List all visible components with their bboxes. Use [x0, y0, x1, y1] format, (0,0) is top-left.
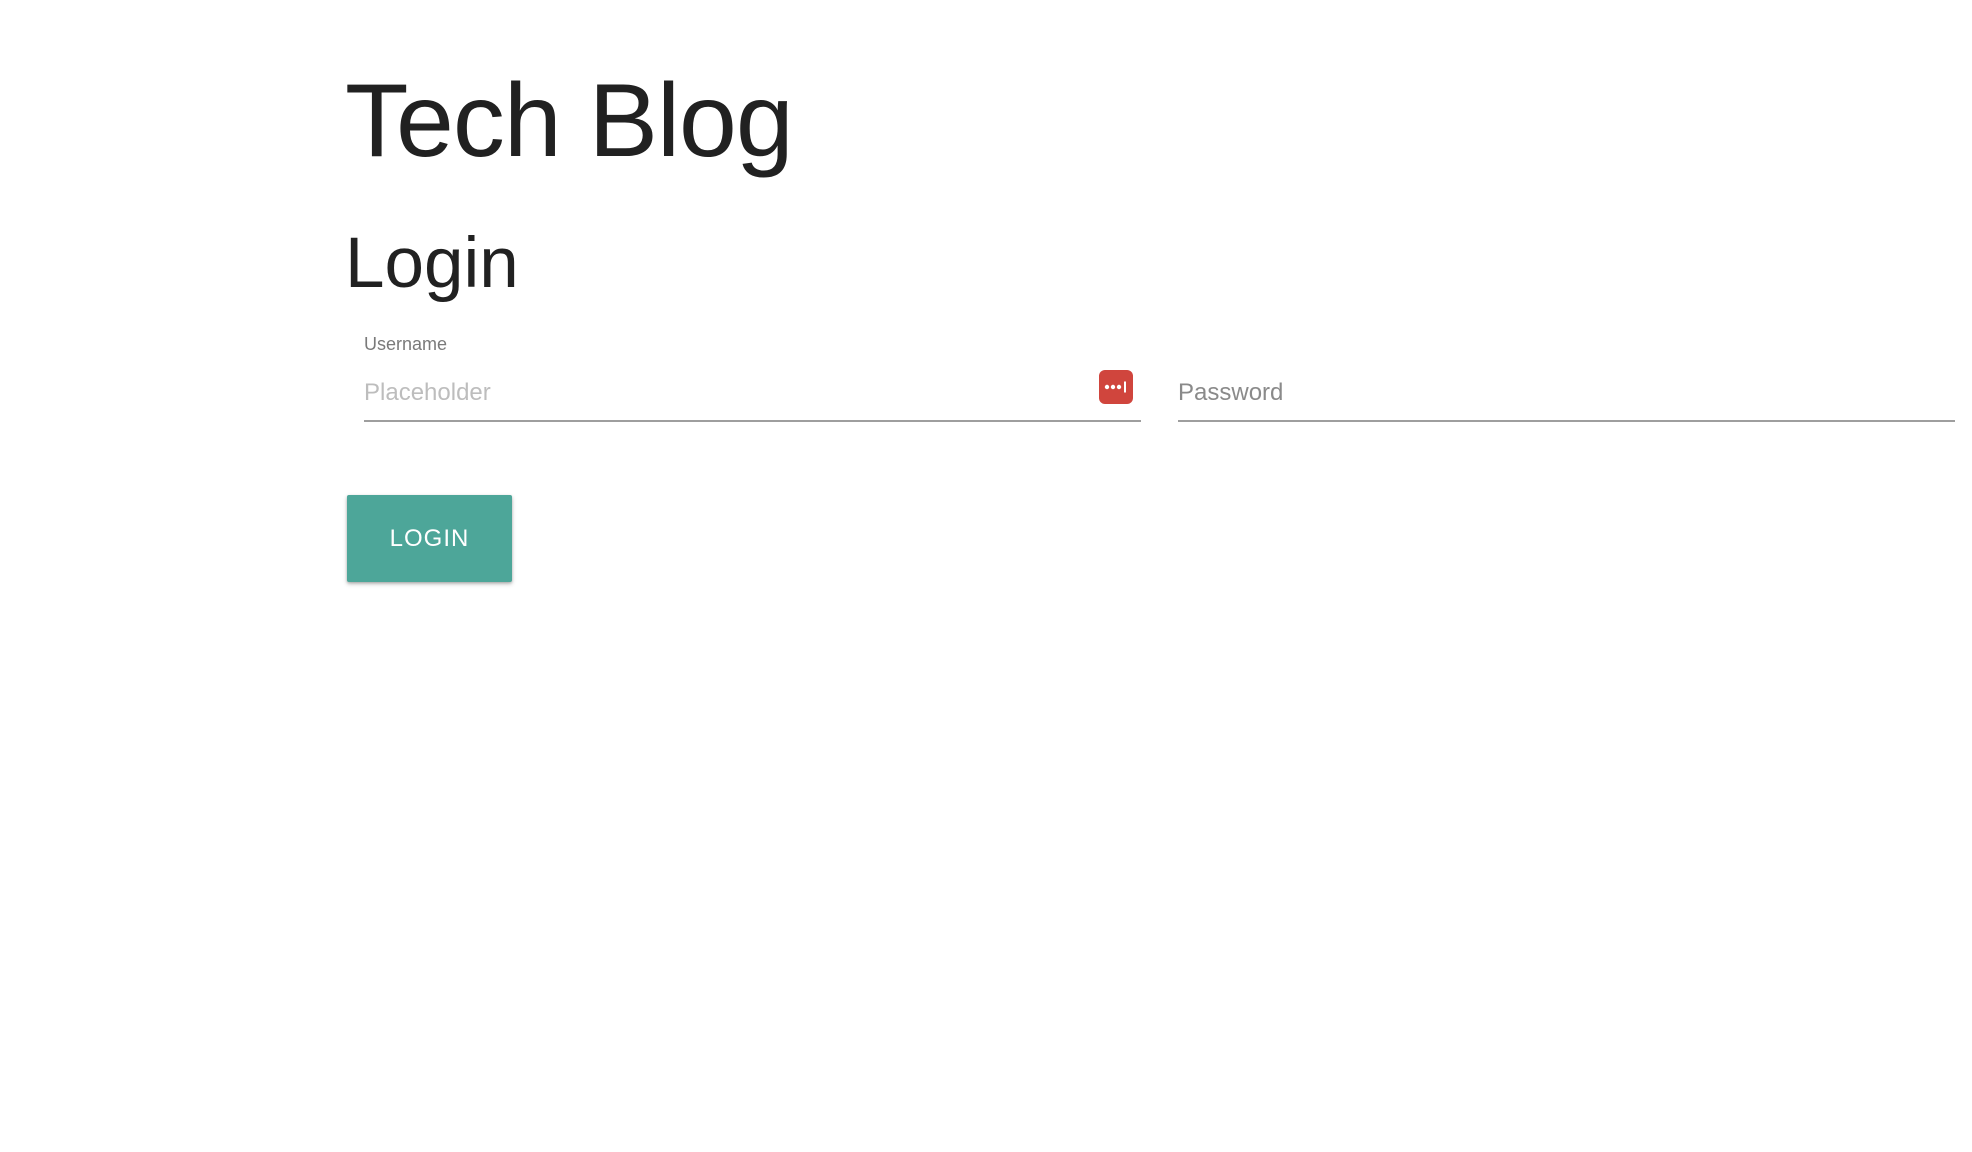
username-label: Username — [364, 334, 448, 354]
site-title: Tech Blog — [345, 63, 794, 179]
dots-icon — [1104, 381, 1126, 393]
username-input[interactable] — [364, 366, 1141, 422]
username-field: Username — [364, 326, 1141, 426]
page: Tech Blog Login Username LOGIN — [0, 0, 1972, 1152]
password-field — [1178, 326, 1955, 426]
page-title: Login — [345, 224, 519, 303]
password-input[interactable] — [1178, 366, 1955, 422]
password-manager-icon[interactable] — [1099, 370, 1133, 404]
login-button[interactable]: LOGIN — [347, 495, 512, 582]
